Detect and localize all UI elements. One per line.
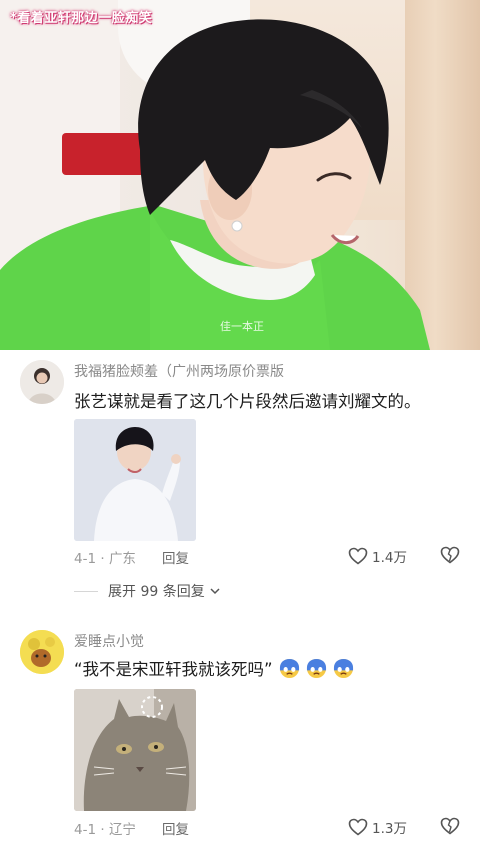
dislike-button[interactable] — [440, 546, 460, 568]
comment-meta: 4-1 · 辽宁 — [74, 818, 136, 838]
avatar[interactable] — [20, 360, 64, 404]
comment-image[interactable] — [74, 689, 196, 811]
comment-photo — [74, 689, 196, 811]
comment-item: 我福猪脸颊羞（广州两场原价票版 张艺谋就是看了这几个片段然后邀请刘耀文的。 4-… — [0, 350, 480, 605]
divider-line — [74, 590, 98, 592]
expand-replies-label: 展开 99 条回复 — [108, 584, 205, 600]
crying-face-icon — [334, 658, 354, 679]
meta-separator: · — [96, 822, 109, 838]
avatar-image — [20, 360, 64, 404]
like-button[interactable]: 1.3万 — [348, 817, 407, 837]
comment-username[interactable]: 爱睡点小觉 — [74, 631, 144, 651]
reply-button[interactable]: 回复 — [162, 818, 189, 838]
comment-photo — [74, 419, 196, 541]
chevron-down-icon — [210, 588, 220, 595]
comment-text-body: “我不是宋亚轩我就该死吗” — [74, 660, 273, 679]
comment-text: 张艺谋就是看了这几个片段然后邀请刘耀文的。 — [74, 392, 421, 411]
like-button[interactable]: 1.4万 — [348, 546, 407, 566]
broken-heart-icon — [440, 546, 460, 564]
meta-separator: · — [96, 551, 109, 567]
comment-date: 4-1 — [74, 551, 97, 567]
comment-meta: 4-1 · 广东 — [74, 547, 136, 567]
video-caption: *看着亚轩那边一脸痴笑 — [10, 11, 153, 26]
reply-button[interactable]: 回复 — [162, 547, 189, 567]
like-count: 1.4万 — [372, 550, 407, 566]
like-count: 1.3万 — [372, 821, 407, 837]
person-figure — [0, 19, 430, 350]
comment-username[interactable]: 我福猪脸颊羞（广州两场原价票版 — [74, 361, 284, 381]
crying-face-icon — [279, 658, 299, 679]
video-frame[interactable]: *看着亚轩那边一脸痴笑 佳一本正 — [0, 0, 480, 350]
comment-image[interactable] — [74, 419, 196, 541]
comment-location: 广东 — [108, 551, 136, 567]
comment-date: 4-1 — [74, 822, 97, 838]
comment-text: “我不是宋亚轩我就该死吗” — [74, 656, 354, 680]
broken-heart-icon — [440, 817, 460, 835]
expand-replies-button[interactable]: 展开 99 条回复 — [74, 581, 221, 601]
comment-location: 辽宁 — [108, 822, 136, 838]
avatar[interactable] — [20, 630, 64, 674]
video-watermark: 佳一本正 — [220, 320, 264, 333]
comment-item: 爱睡点小觉 “我不是宋亚轩我就该死吗” 4-1 · 辽宁 回复 1.3万 — [0, 618, 480, 853]
heart-icon — [348, 818, 368, 836]
heart-icon — [348, 547, 368, 565]
dislike-button[interactable] — [440, 817, 460, 839]
crying-face-icon — [307, 658, 327, 679]
avatar-image — [20, 630, 64, 674]
